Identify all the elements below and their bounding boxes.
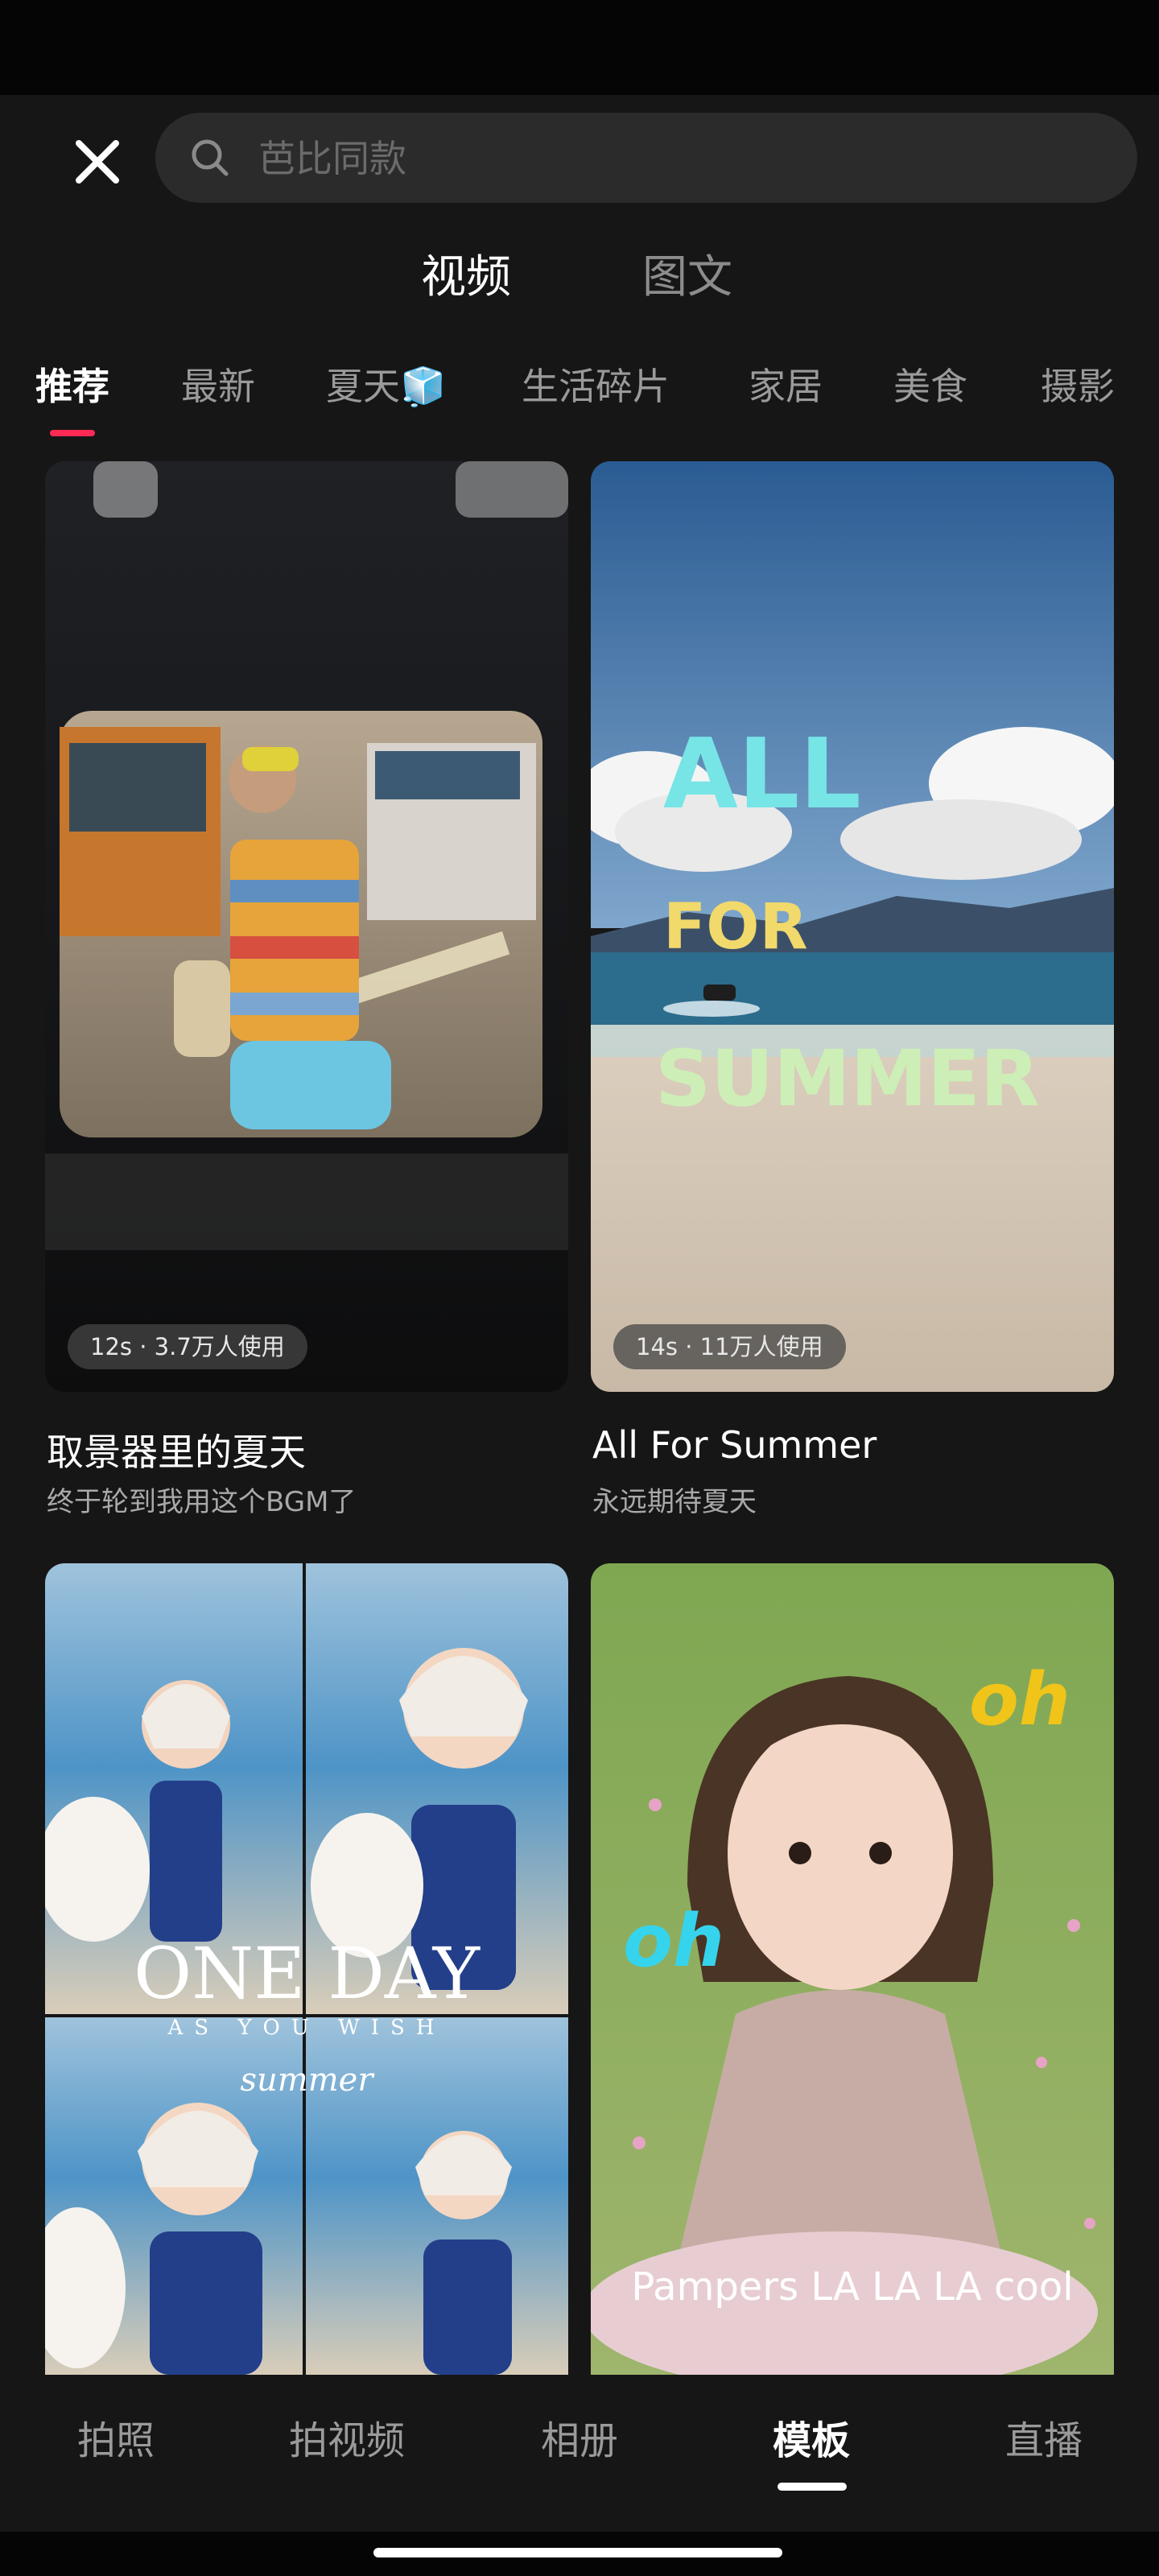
template-thumbnail: ONE DAY AS YOU WISH summer bbox=[45, 1563, 568, 2375]
category-tab-life[interactable]: 生活碎片 bbox=[522, 354, 670, 419]
close-button[interactable] bbox=[71, 135, 124, 188]
template-thumbnail: ALL FOR SUMMER bbox=[591, 461, 1114, 1392]
category-tab-summer[interactable]: 夏天🧊 bbox=[326, 354, 446, 419]
nav-live[interactable]: 直播 bbox=[1005, 2409, 1083, 2465]
template-thumbnail bbox=[45, 461, 568, 1392]
template-card[interactable]: ALL FOR SUMMER 14s · 11万人使用 bbox=[591, 461, 1114, 1392]
template-card[interactable]: ONE DAY AS YOU WISH summer bbox=[45, 1563, 568, 2375]
nav-photo[interactable]: 拍照 bbox=[77, 2409, 155, 2465]
nav-active-indicator bbox=[777, 2483, 847, 2491]
content-type-tabs: 视频 图文 bbox=[0, 242, 1159, 314]
status-bar bbox=[0, 0, 1159, 95]
overlay-summer: summer bbox=[241, 2062, 376, 2099]
nav-album[interactable]: 相册 bbox=[541, 2409, 618, 2465]
template-subtitle: 终于轮到我用这个BGM了 bbox=[47, 1486, 357, 1518]
category-tab-latest[interactable]: 最新 bbox=[181, 354, 255, 419]
template-title: 取景器里的夏天 bbox=[47, 1430, 306, 1474]
top-bar bbox=[0, 95, 1159, 232]
category-tab-photography[interactable]: 摄影 bbox=[1041, 354, 1115, 419]
overlay-oh-top: oh bbox=[969, 1657, 1070, 1742]
usage-badge: 12s · 3.7万人使用 bbox=[68, 1324, 307, 1369]
category-tab-recommended[interactable]: 推荐 bbox=[35, 354, 109, 419]
template-thumbnail: oh oh Pampers LA LA LA cool bbox=[591, 1563, 1114, 2375]
overlay-oh-left: oh bbox=[623, 1899, 724, 1984]
overlay-caption: Pampers LA LA LA cool bbox=[631, 2264, 1073, 2310]
bottom-nav: 拍照 拍视频 相册 模板 直播 bbox=[0, 2375, 1159, 2532]
overlay-as-you-wish: AS YOU WISH bbox=[167, 2016, 446, 2040]
search-icon bbox=[192, 139, 229, 176]
search-input[interactable] bbox=[257, 127, 1105, 190]
search-bar[interactable] bbox=[155, 113, 1137, 203]
tab-video[interactable]: 视频 bbox=[421, 242, 511, 314]
close-icon bbox=[76, 140, 119, 184]
overlay-one-day: ONE DAY bbox=[134, 1932, 481, 2015]
tab-image-text[interactable]: 图文 bbox=[642, 242, 732, 314]
category-tab-food[interactable]: 美食 bbox=[893, 354, 967, 419]
nav-templates[interactable]: 模板 bbox=[773, 2409, 850, 2465]
template-card[interactable]: 12s · 3.7万人使用 bbox=[45, 461, 568, 1392]
gesture-area bbox=[0, 2532, 1159, 2576]
home-indicator[interactable] bbox=[373, 2548, 782, 2557]
template-title: All For Summer bbox=[592, 1423, 877, 1467]
usage-badge: 14s · 11万人使用 bbox=[613, 1324, 846, 1369]
overlay-for: FOR bbox=[663, 891, 808, 964]
template-subtitle: 永远期待夏天 bbox=[592, 1486, 757, 1518]
category-active-indicator bbox=[50, 430, 95, 436]
nav-video[interactable]: 拍视频 bbox=[289, 2409, 405, 2465]
category-tabs: 推荐 最新 夏天🧊 生活碎片 家居 美食 摄影 bbox=[0, 354, 1159, 443]
category-tab-home[interactable]: 家居 bbox=[749, 354, 823, 419]
overlay-all: ALL bbox=[663, 719, 861, 831]
template-card[interactable]: oh oh Pampers LA LA LA cool bbox=[591, 1563, 1114, 2375]
overlay-summer: SUMMER bbox=[655, 1034, 1040, 1124]
